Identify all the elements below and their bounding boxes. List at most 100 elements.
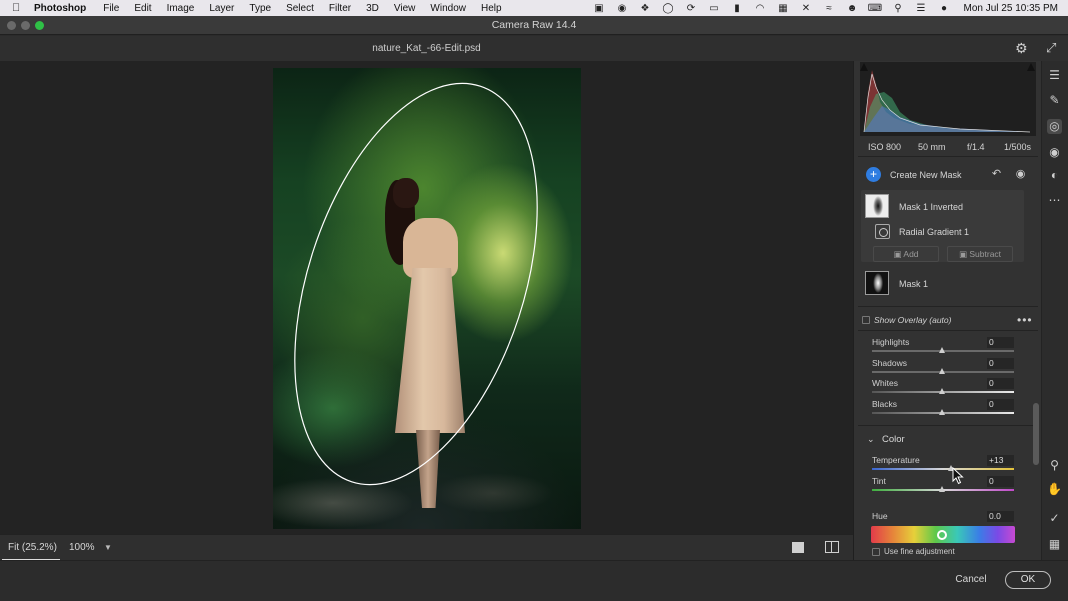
spotlight-search-icon[interactable]: ⚲ [893,3,904,14]
histogram [860,62,1036,136]
grid-app-icon[interactable]: ▦ [778,3,789,14]
highlight-clipping-warning-icon[interactable] [1027,63,1035,71]
grid-overlay-icon[interactable]: ▦ [1047,537,1062,552]
mask-subtract-label: Subtract [969,249,1002,259]
panel-scrollbar[interactable] [1033,403,1039,465]
temperature-label: Temperature [872,455,920,465]
keyboard-icon[interactable]: ⌨ [868,3,882,14]
menubar-clock[interactable]: Mon Jul 25 10:35 PM [964,3,1059,14]
siri-icon[interactable]: ● [939,3,950,14]
hue-slider-handle[interactable] [937,530,947,540]
hue-value[interactable]: 0.0 [987,511,1014,522]
menu-select[interactable]: Select [286,3,314,14]
blacks-value[interactable]: 0 [987,399,1014,410]
whites-slider-thumb[interactable] [939,388,945,394]
before-after-view-icon[interactable] [825,541,839,553]
shadows-value[interactable]: 0 [987,358,1014,369]
tint-label: Tint [872,476,886,486]
mask-subtract-button[interactable]: ▣ Subtract [947,246,1013,262]
menu-filter[interactable]: Filter [329,3,351,14]
photo-preview[interactable] [273,68,581,529]
bookmark-icon[interactable]: ▮ [732,3,743,14]
exif-iso: ISO 800 [868,142,902,152]
globe-icon[interactable]: ◯ [662,3,673,14]
highlights-slider-thumb[interactable] [939,347,945,353]
divider [858,306,1038,307]
hand-icon[interactable]: ✋ [1047,482,1062,497]
menu-photoshop[interactable]: Photoshop [34,3,86,14]
radial-gradient-ellipse[interactable] [273,68,581,515]
menu-view[interactable]: View [394,3,416,14]
mask-add-button[interactable]: ▣ Add [873,246,939,262]
menu-window[interactable]: Window [430,3,466,14]
shadows-slider-thumb[interactable] [939,368,945,374]
temperature-value[interactable]: +13 [987,455,1014,466]
gear-icon[interactable]: ⚙ [1015,41,1029,55]
wifi-icon[interactable]: ≈ [824,3,835,14]
mask-1-inverted-label[interactable]: Mask 1 Inverted [899,202,963,212]
mask-1-thumbnail[interactable] [865,271,889,295]
menu-file[interactable]: File [103,3,119,14]
whites-value[interactable]: 0 [987,378,1014,389]
bluetooth-icon[interactable]: ✕ [801,3,812,14]
menu-3d[interactable]: 3D [366,3,379,14]
radial-gradient-1-label[interactable]: Radial Gradient 1 [899,227,969,237]
more-options-icon[interactable]: ••• [1017,313,1033,327]
shadows-label: Shadows [872,358,907,368]
mask-1-inverted-thumbnail[interactable] [865,194,889,218]
temperature-slider[interactable] [872,468,1014,470]
user-switch-icon[interactable]: ☻ [847,3,858,14]
screen-mirroring-icon[interactable]: ▭ [709,3,720,14]
reset-mask-icon[interactable]: ↶ [990,168,1003,181]
sync-icon[interactable]: ⟳ [686,3,697,14]
color-sampler-icon[interactable]: ✓ [1047,511,1062,526]
radial-gradient-overlay[interactable] [273,68,581,529]
fine-adjustment-checkbox[interactable] [872,548,880,556]
menu-image[interactable]: Image [167,3,195,14]
show-overlay-checkbox[interactable] [862,316,870,324]
shadow-clipping-warning-icon[interactable] [860,63,868,71]
apple-logo-icon[interactable]:  [12,2,24,14]
gauge-icon[interactable]: ◠ [755,3,766,14]
color-section-title[interactable]: Color [882,434,905,445]
mask-1-label[interactable]: Mask 1 [899,279,928,289]
dropbox-icon[interactable]: ❖ [640,3,651,14]
fullscreen-expand-icon[interactable]: ⤢ [1046,41,1060,55]
divider [858,156,1038,157]
chevron-down-icon[interactable]: ▼ [104,543,112,552]
presets-icon[interactable]: ◐ [1047,168,1062,183]
creative-cloud-icon[interactable]: ◉ [617,3,628,14]
add-icon: ▣ [893,249,904,259]
tint-slider-thumb[interactable] [939,486,945,492]
masking-icon[interactable]: ◎ [1047,119,1062,134]
menu-help[interactable]: Help [481,3,502,14]
zoom-fit-tab[interactable]: Fit (25.2%) [8,542,57,553]
menu-type[interactable]: Type [249,3,271,14]
healing-brush-icon[interactable]: ✎ [1047,93,1062,108]
tint-value[interactable]: 0 [987,476,1014,487]
show-overlay-label: Show Overlay (auto) [874,315,952,325]
edit-sliders-icon[interactable]: ☰ [1047,68,1062,83]
red-eye-icon[interactable]: ◉ [1047,145,1062,160]
control-center-icon[interactable]: ☰ [916,3,927,14]
zoom-magnifier-icon[interactable]: ⚲ [1047,458,1062,473]
menu-layer[interactable]: Layer [209,3,234,14]
document-filename: nature_Kat_-66-Edit.psd [372,43,481,54]
blacks-slider-thumb[interactable] [939,409,945,415]
cancel-button[interactable]: Cancel [945,572,997,588]
canvas-bottom-bar: Fit (25.2%) 100% ▼ [0,534,853,561]
plus-icon[interactable]: + [866,167,881,182]
more-tools-icon[interactable]: ⋯ [1047,193,1062,208]
eye-icon[interactable]: ◉ [1014,168,1027,181]
camera-icon[interactable]: ▣ [594,3,605,14]
highlights-value[interactable]: 0 [987,337,1014,348]
radial-gradient-icon[interactable] [875,224,890,239]
chevron-down-icon[interactable]: ⌄ [867,434,875,445]
zoom-100-tab[interactable]: 100% [69,542,95,553]
hue-label: Hue [872,511,888,521]
histogram-blue-channel [864,106,1030,132]
single-view-icon[interactable] [792,542,804,553]
menu-edit[interactable]: Edit [134,3,151,14]
create-new-mask-button[interactable]: Create New Mask [890,170,962,180]
ok-button[interactable]: OK [1005,571,1051,589]
